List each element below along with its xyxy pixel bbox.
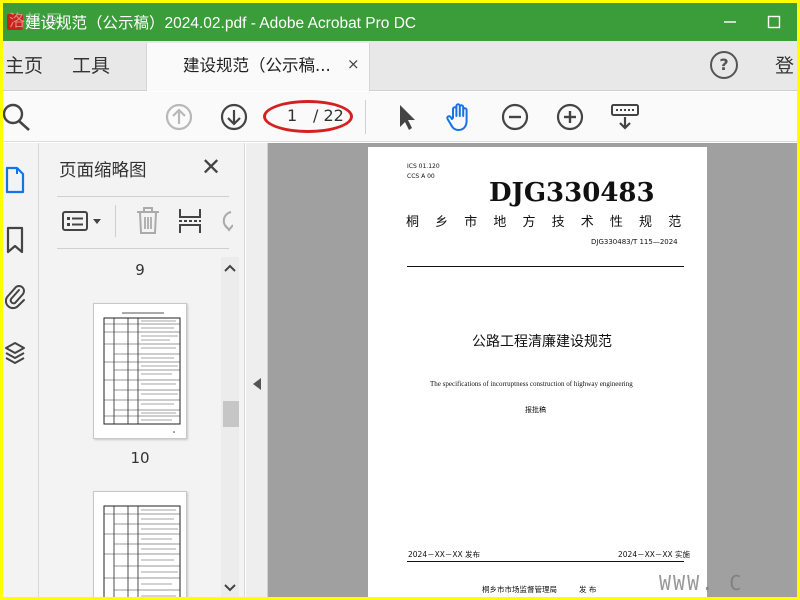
tab-home[interactable]: 主页 (5, 41, 43, 91)
thumbnail-scrollbar[interactable] (221, 257, 239, 597)
scrollbar-thumb[interactable] (223, 401, 239, 427)
ccs-code: CCS A 00 (407, 173, 435, 180)
page-thumbnail-11[interactable] (93, 491, 187, 597)
panel-toolbar-divider (115, 205, 116, 237)
page-label-9: 9 (135, 261, 145, 279)
help-button[interactable]: ? (710, 51, 738, 79)
panel-title: 页面缩略图 (59, 161, 147, 181)
total-pages: / 22 (313, 106, 344, 125)
delete-icon[interactable] (135, 206, 161, 236)
thumbnails-panel: 页面缩略图 ✕ 9 10 (39, 143, 245, 597)
publish-date: 2024－XX－XX 发布 (408, 550, 481, 559)
site-watermark: WWW. C (659, 571, 744, 595)
page-down-icon[interactable] (218, 101, 250, 133)
panel-divider (57, 196, 229, 197)
minimize-button[interactable] (707, 3, 753, 41)
implement-date: 2024－XX－XX 实施 (618, 550, 691, 559)
issue-word: 发 布 (579, 585, 597, 594)
layers-icon[interactable] (3, 339, 27, 369)
signin-link[interactable]: 登 (775, 41, 794, 91)
standard-region: 桐 乡 市 地 方 技 术 性 规 范 (406, 215, 688, 230)
scroll-down-icon[interactable] (224, 583, 236, 593)
pdf-page: ICS 01.120 CCS A 00 DJG330483 桐 乡 市 地 方 … (368, 147, 707, 597)
close-tab-button[interactable]: × (347, 55, 360, 73)
thumbnail-list: 9 10 (39, 257, 217, 597)
zoom-in-icon[interactable] (554, 101, 586, 133)
tab-bar: 主页 工具 建设规范（公示稿... × ? 登 (3, 41, 797, 91)
extract-pages-icon[interactable] (177, 206, 203, 236)
document-tab-label: 建设规范（公示稿... (183, 56, 331, 75)
toolbar: 1 / 22 (3, 92, 797, 142)
toolbar-divider (365, 100, 366, 134)
page-thumbnail-10[interactable] (93, 303, 187, 439)
standard-number: DJG330483/T 115—2024 (591, 238, 678, 246)
issuer: 桐乡市市场监督管理局 (482, 585, 557, 594)
close-panel-button[interactable]: ✕ (201, 153, 221, 181)
page-up-icon[interactable] (163, 101, 195, 133)
bookmarks-icon[interactable] (3, 225, 27, 255)
attachments-icon[interactable] (3, 281, 27, 311)
maximize-icon (767, 15, 781, 29)
tab-tools[interactable]: 工具 (72, 41, 110, 91)
standard-code: DJG330483 (489, 178, 655, 208)
thumbnail-table-preview (103, 312, 181, 433)
thumbnail-options-icon[interactable] (61, 209, 107, 233)
corner-watermark: 洛邦 网 (9, 11, 63, 30)
navigation-rail (3, 143, 39, 597)
collapse-arrow-icon (253, 378, 261, 390)
draft-status: 报批稿 (525, 406, 546, 414)
page-label-10: 10 (130, 449, 150, 467)
ics-code: ICS 01.120 (407, 163, 440, 170)
page-indicator: 1 / 22 (263, 100, 353, 133)
window-title: 建设规范（公示稿）2024.02.pdf - Adobe Acrobat Pro… (25, 15, 417, 32)
footer-rule (407, 561, 684, 562)
thumbnail-table-preview (103, 505, 181, 597)
rotate-icon[interactable] (219, 207, 233, 235)
title-bar: 建设规范（公示稿）2024.02.pdf - Adobe Acrobat Pro… (3, 3, 797, 41)
select-cursor-icon[interactable] (391, 101, 423, 133)
tab-document[interactable]: 建设规范（公示稿... × (146, 43, 370, 91)
hand-tool-icon[interactable] (444, 101, 476, 133)
document-title-cn: 公路工程清廉建设规范 (472, 334, 612, 350)
acrobat-window: 建设规范（公示稿）2024.02.pdf - Adobe Acrobat Pro… (3, 3, 797, 597)
search-icon[interactable] (3, 101, 35, 133)
collapse-panel-button[interactable] (246, 143, 268, 597)
minimize-icon (724, 21, 736, 23)
scroll-up-icon[interactable] (224, 263, 236, 273)
current-page-input[interactable]: 1 (287, 106, 297, 125)
page-thumbnails-icon[interactable] (3, 165, 27, 195)
document-view[interactable]: ICS 01.120 CCS A 00 DJG330483 桐 乡 市 地 方 … (246, 143, 797, 597)
header-rule (407, 266, 684, 267)
zoom-out-icon[interactable] (499, 101, 531, 133)
panel-divider (57, 248, 229, 249)
document-title-en: The specifications of incorruptness cons… (430, 380, 633, 388)
keyboard-scroll-icon[interactable] (609, 101, 641, 133)
maximize-button[interactable] (751, 3, 797, 41)
